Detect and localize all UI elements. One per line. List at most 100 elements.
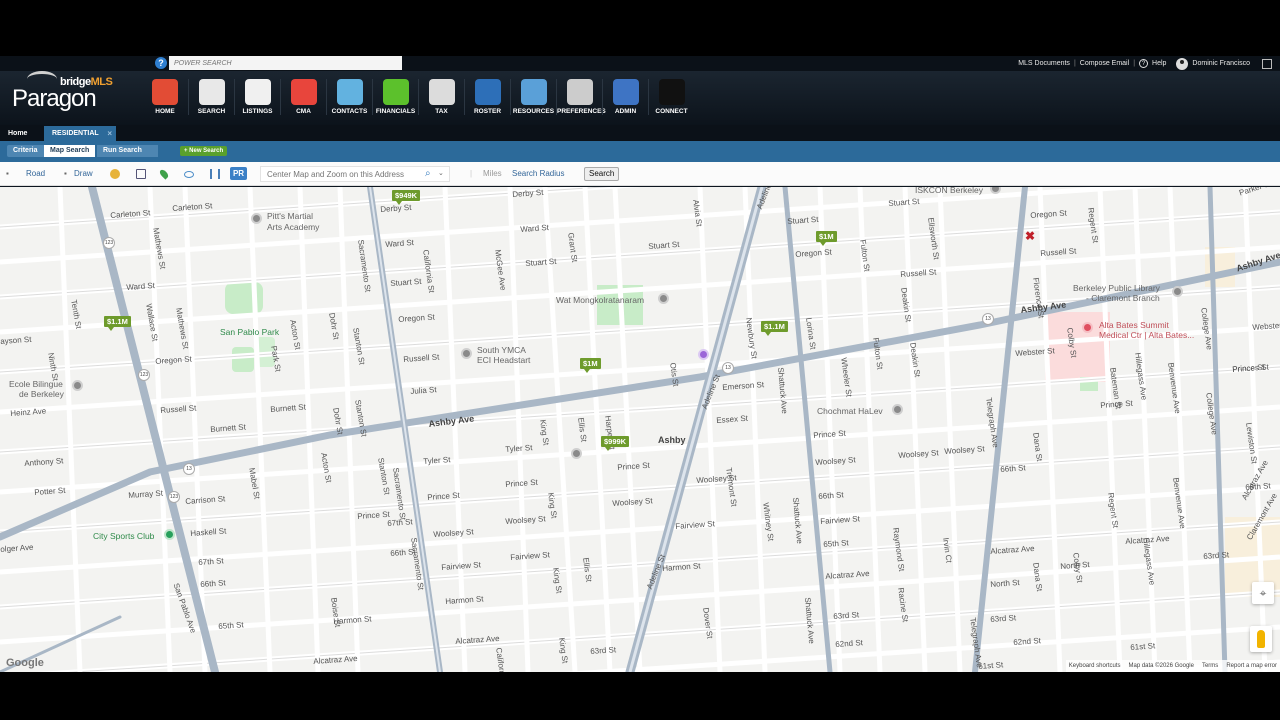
chochmat-marker-icon[interactable] — [892, 404, 903, 415]
keyboard-shortcuts-link[interactable]: Keyboard shortcuts — [1069, 663, 1121, 669]
draw-tool[interactable]: Draw — [74, 162, 93, 186]
price-999k[interactable]: $999K — [601, 436, 630, 451]
hospital-marker-icon[interactable] — [1082, 322, 1093, 333]
window-menu-icon[interactable] — [1262, 58, 1272, 69]
columns-icon[interactable] — [210, 169, 220, 179]
ymca-label-2: ECI Headstart — [477, 355, 531, 365]
price-1m-a[interactable]: $1M — [816, 231, 837, 246]
price-949k[interactable]: $949K — [392, 190, 421, 205]
main-nav: HOME SEARCH LISTINGS CMA CONTACTS FINANCIALS T… — [142, 79, 694, 115]
miles-field[interactable]: Miles — [483, 162, 502, 186]
pr-button[interactable]: PR — [230, 167, 247, 180]
eye-icon[interactable] — [184, 171, 194, 178]
address-input[interactable] — [260, 166, 450, 182]
dropdown-dot-icon[interactable]: ▪ — [6, 162, 9, 186]
layers-icon[interactable] — [110, 169, 120, 179]
street-label: 66th St — [1000, 463, 1026, 474]
search-radius-link[interactable]: Search Radius — [512, 162, 564, 186]
pitts-martial-marker-icon[interactable] — [251, 213, 262, 224]
price-1-1m-b[interactable]: $1.1M — [761, 321, 788, 336]
contacts-people-icon — [336, 79, 363, 105]
nav-home-button[interactable]: HOME — [142, 79, 188, 115]
nav-preferences-button[interactable]: PREFERENCES — [556, 79, 606, 115]
ymca-marker-icon[interactable] — [461, 348, 472, 359]
route-shield-icon: 123 — [103, 237, 115, 249]
nav-label: LISTINGS — [242, 108, 273, 115]
hospital-label-2: Medical Ctr | Alta Bates... — [1099, 330, 1195, 340]
library-marker-icon[interactable] — [1172, 286, 1183, 297]
print-icon[interactable] — [136, 169, 146, 179]
mls-documents-link[interactable]: MLS Documents — [1018, 60, 1070, 67]
ecole-marker-icon[interactable] — [72, 380, 83, 391]
roster-globe-icon — [474, 79, 501, 105]
street-label: 66th St — [818, 490, 844, 501]
map-attribution: Keyboard shortcuts Map data ©2026 Google… — [1065, 660, 1280, 672]
nav-roster-button[interactable]: ROSTER — [464, 79, 510, 115]
search-icon[interactable]: ⌕ — [425, 162, 431, 186]
nav-financials-button[interactable]: FINANCIALS — [372, 79, 418, 115]
nav-resources-button[interactable]: RESOURCES — [510, 79, 556, 115]
nav-listings-button[interactable]: LISTINGS — [234, 79, 280, 115]
search-button[interactable]: Search — [584, 167, 620, 181]
logo-paragon-text: Paragon — [12, 85, 97, 112]
nav-tax-button[interactable]: TAX — [418, 79, 464, 115]
utility-bar: ? MLS Documents | Compose Email | ? Help… — [0, 56, 1280, 71]
tab-residential-label: RESIDENTIAL — [52, 130, 99, 137]
nav-label: CONTACTS — [331, 108, 368, 115]
tab-residential[interactable]: RESIDENTIAL × — [44, 126, 116, 141]
nav-label: ADMIN — [614, 108, 637, 115]
terms-link[interactable]: Terms — [1202, 663, 1218, 669]
help-circle-icon[interactable]: ? — [155, 57, 167, 69]
price-1-1m-a[interactable]: $1.1M — [104, 316, 131, 331]
map-canvas[interactable]: Carleton St Carleton St Derby St Derby St Wa… — [0, 187, 1280, 672]
new-search-button[interactable]: + New Search — [180, 146, 228, 156]
route-shield-icon: 123 — [138, 369, 150, 381]
price-1m-b[interactable]: $1M — [580, 358, 601, 373]
separator: | — [1073, 60, 1076, 67]
route-shield-icon: 13 — [982, 313, 994, 325]
road-map-type[interactable]: Road — [26, 162, 45, 186]
compose-email-link[interactable]: Compose Email — [1080, 60, 1129, 67]
map-search-button[interactable]: Map Search — [44, 145, 96, 157]
tab-home[interactable]: Home — [0, 126, 35, 141]
chevron-down-icon[interactable]: ⌄ — [438, 162, 444, 186]
map-data-text: Map data ©2026 Google — [1128, 663, 1194, 669]
map-pin-icon[interactable] — [158, 168, 170, 180]
transit-marker-icon[interactable] — [571, 448, 582, 459]
close-marker-icon[interactable]: ✖ — [1025, 229, 1035, 243]
criteria-button[interactable]: Criteria — [7, 145, 44, 157]
city-sports-marker-icon[interactable] — [164, 529, 175, 540]
pitts-martial-label-2: Arts Academy — [267, 222, 320, 232]
nav-connect-button[interactable]: CONNECT — [648, 79, 694, 115]
nav-label: FINANCIALS — [375, 108, 416, 115]
help-link[interactable]: Help — [1152, 60, 1166, 67]
help-icon[interactable]: ? — [1139, 59, 1149, 68]
separator: | — [1133, 60, 1136, 67]
street-label: 65th St — [218, 620, 244, 631]
wat-marker-icon[interactable] — [658, 293, 669, 304]
map-toolbar: ▪ Road ▪ Draw PR ⌕ ⌄ | Miles Search Radi… — [0, 162, 1280, 186]
shopping-marker-icon[interactable] — [698, 349, 709, 360]
nav-admin-button[interactable]: ADMIN — [602, 79, 648, 115]
resources-stack-icon — [520, 79, 547, 105]
nav-label: PREFERENCES — [557, 108, 606, 115]
draw-dropdown-icon[interactable]: ▪ — [64, 162, 67, 186]
report-map-error-link[interactable]: Report a map error — [1226, 663, 1277, 669]
power-search-input[interactable] — [169, 56, 402, 70]
app-window: ? MLS Documents | Compose Email | ? Help… — [0, 56, 1280, 672]
nav-cma-button[interactable]: CMA — [280, 79, 326, 115]
user-avatar-icon[interactable] — [1176, 57, 1189, 70]
paragon-logo[interactable]: bridgeMLS Paragon — [12, 71, 113, 123]
nav-label: HOME — [155, 108, 175, 115]
run-search-button[interactable]: Run Search — [97, 145, 158, 157]
recenter-icon[interactable]: ⌖ — [1252, 582, 1274, 604]
document-search-icon — [198, 79, 225, 105]
user-name[interactable]: Dominic Francisco — [1192, 60, 1250, 67]
close-tab-icon[interactable]: × — [107, 126, 112, 141]
street-label: 63rd St — [1203, 550, 1230, 561]
street-label: Tyler St — [505, 443, 533, 454]
nav-search-button[interactable]: SEARCH — [188, 79, 234, 115]
nav-contacts-button[interactable]: CONTACTS — [326, 79, 372, 115]
street-label: 63rd St — [833, 610, 860, 621]
street-view-pegman-icon[interactable] — [1250, 626, 1272, 652]
